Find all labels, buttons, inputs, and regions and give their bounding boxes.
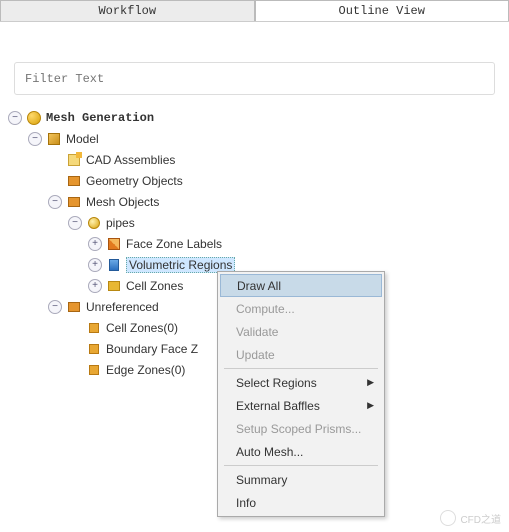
tree-label: Cell Zones(0) xyxy=(106,321,178,335)
tree-label: Model xyxy=(66,132,99,146)
submenu-arrow-icon: ▶ xyxy=(367,377,374,388)
tree-node-pipes[interactable]: − pipes xyxy=(8,212,509,233)
watermark-icon xyxy=(440,510,456,526)
menu-external-baffles[interactable]: External Baffles▶ xyxy=(220,394,382,417)
menu-select-regions[interactable]: Select Regions▶ xyxy=(220,371,382,394)
filter-container xyxy=(14,62,495,95)
expand-icon[interactable]: + xyxy=(88,258,102,272)
tree-node-cad-assemblies[interactable]: CAD Assemblies xyxy=(8,149,509,170)
box-icon xyxy=(46,131,62,147)
tree-label: Mesh Objects xyxy=(86,195,159,209)
mesh-objects-icon xyxy=(66,194,82,210)
watermark: CFD之道 xyxy=(440,510,501,526)
tree-node-model[interactable]: − Model xyxy=(8,128,509,149)
menu-summary[interactable]: Summary xyxy=(220,468,382,491)
menu-separator xyxy=(224,465,378,466)
globe-icon xyxy=(26,110,42,126)
menu-setup-scoped-prisms[interactable]: Setup Scoped Prisms... xyxy=(220,417,382,440)
geometry-icon xyxy=(66,173,82,189)
submenu-arrow-icon: ▶ xyxy=(367,400,374,411)
tree-label: Mesh Generation xyxy=(46,111,154,125)
collapse-icon[interactable]: − xyxy=(28,132,42,146)
square-icon xyxy=(86,341,102,357)
filter-input[interactable] xyxy=(25,72,484,86)
tree-label: CAD Assemblies xyxy=(86,153,175,167)
tree-label: Boundary Face Z xyxy=(106,342,198,356)
tree-node-mesh-objects[interactable]: − Mesh Objects xyxy=(8,191,509,212)
pipes-icon xyxy=(86,215,102,231)
menu-validate[interactable]: Validate xyxy=(220,320,382,343)
menu-draw-all[interactable]: Draw All xyxy=(220,274,382,297)
square-icon xyxy=(86,362,102,378)
cell-zones-icon xyxy=(106,278,122,294)
menu-info[interactable]: Info xyxy=(220,491,382,514)
menu-auto-mesh[interactable]: Auto Mesh... xyxy=(220,440,382,463)
collapse-icon[interactable]: − xyxy=(48,195,62,209)
tree-label: Cell Zones xyxy=(126,279,183,293)
tree-label: Face Zone Labels xyxy=(126,237,222,251)
tree-node-geometry-objects[interactable]: Geometry Objects xyxy=(8,170,509,191)
face-zone-icon xyxy=(106,236,122,252)
collapse-icon[interactable]: − xyxy=(68,216,82,230)
tree-label: Geometry Objects xyxy=(86,174,183,188)
tree-label: pipes xyxy=(106,216,135,230)
tree-node-face-zone-labels[interactable]: + Face Zone Labels xyxy=(8,233,509,254)
menu-separator xyxy=(224,368,378,369)
volumetric-icon xyxy=(106,257,122,273)
expand-icon[interactable]: + xyxy=(88,237,102,251)
collapse-icon[interactable]: − xyxy=(8,111,22,125)
unreferenced-icon xyxy=(66,299,82,315)
tree-label: Edge Zones(0) xyxy=(106,363,185,377)
square-icon xyxy=(86,320,102,336)
tree-label: Unreferenced xyxy=(86,300,159,314)
expand-icon[interactable]: + xyxy=(88,279,102,293)
menu-compute[interactable]: Compute... xyxy=(220,297,382,320)
tab-workflow[interactable]: Workflow xyxy=(0,0,255,21)
collapse-icon[interactable]: − xyxy=(48,300,62,314)
tab-outline-view[interactable]: Outline View xyxy=(255,0,509,21)
cad-icon xyxy=(66,152,82,168)
context-menu: Draw All Compute... Validate Update Sele… xyxy=(217,271,385,517)
tree-node-mesh-generation[interactable]: − Mesh Generation xyxy=(8,107,509,128)
menu-update[interactable]: Update xyxy=(220,343,382,366)
